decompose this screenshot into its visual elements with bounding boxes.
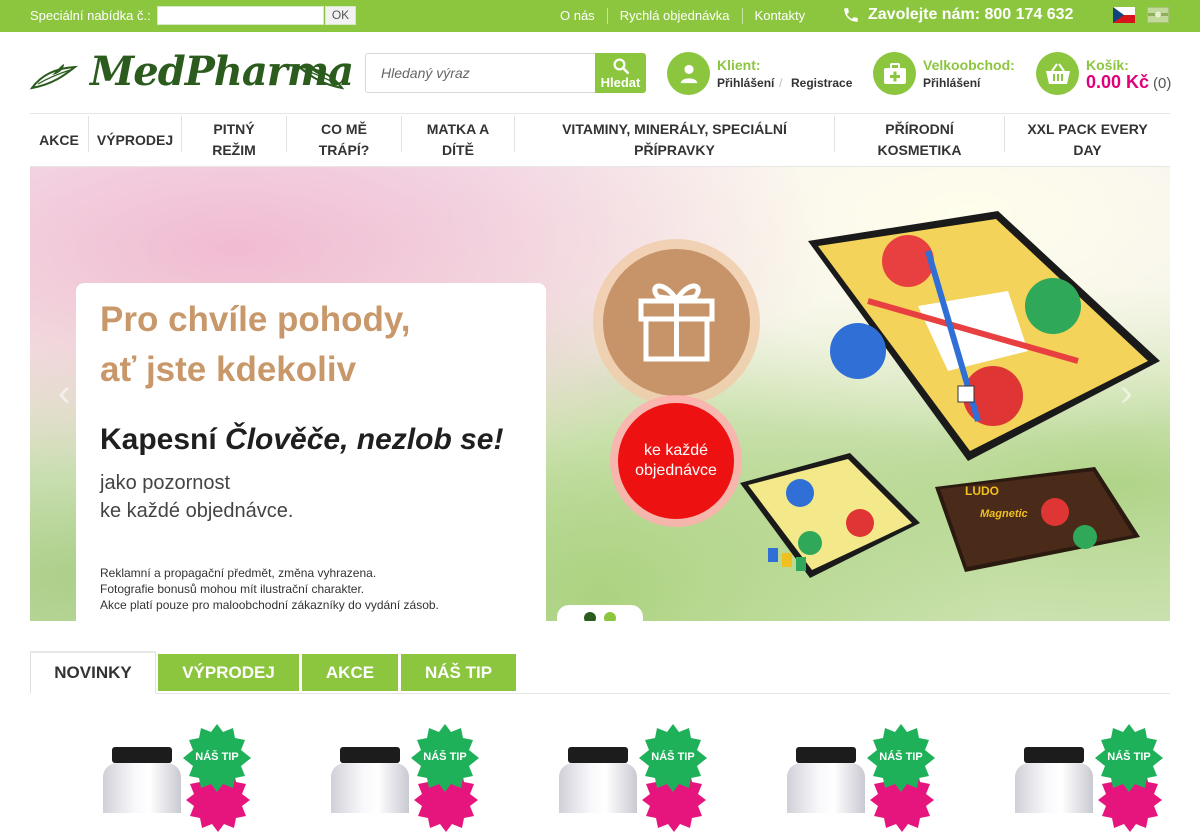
- client-login-link[interactable]: Přihlášení: [717, 76, 774, 90]
- tip-badge: NÁŠ TIP: [867, 724, 935, 792]
- search-input[interactable]: Hledaný výraz: [365, 53, 596, 93]
- client-register-link[interactable]: Registrace: [791, 76, 852, 90]
- wholesale-flag-icon[interactable]: [1147, 7, 1169, 23]
- wholesale-title: Velkoobchod:: [923, 57, 1015, 73]
- top-bar: Speciální nabídka č.: OK O nás Rychlá ob…: [0, 0, 1200, 32]
- client-title: Klient:: [717, 57, 761, 73]
- nav-item-vitaminy[interactable]: VITAMINY, MINERÁLY, SPECIÁLNÍ PŘÍPRAVKY: [515, 114, 834, 166]
- nav-item-xxl-pack[interactable]: XXL PACK EVERY DAY: [1005, 114, 1170, 166]
- phone-icon: [844, 8, 858, 22]
- tab-akce[interactable]: AKCE: [302, 654, 398, 691]
- special-offer-ok-button[interactable]: OK: [325, 6, 356, 25]
- ludo-box-image: LUDO Magnetic: [935, 467, 1140, 572]
- leaf-left-icon: [30, 64, 78, 90]
- czech-flag-icon[interactable]: [1113, 7, 1135, 23]
- order-badge-line-2: objednávce: [635, 462, 717, 479]
- tip-badge: NÁŠ TIP: [183, 724, 251, 792]
- main-nav: AKCE VÝPRODEJ PITNÝ REŽIM CO MĚ TRÁPÍ? M…: [30, 113, 1170, 167]
- nav-item-matka-a-dite[interactable]: MATKA A DÍTĚ: [402, 114, 514, 166]
- banner-text-card: Pro chvíle pohody, ať jste kdekoliv Kape…: [76, 283, 546, 621]
- cart-count[interactable]: (0): [1153, 75, 1171, 92]
- tip-badge-label: NÁŠ TIP: [423, 751, 467, 763]
- nav-item-vyprodej[interactable]: VÝPRODEJ: [89, 114, 181, 166]
- product-card[interactable]: NÁŠ TIP: [83, 720, 273, 832]
- special-offer-input[interactable]: [157, 6, 324, 25]
- cart-title: Košík:: [1086, 57, 1129, 73]
- nav-item-pitny-rezim[interactable]: PITNÝ REŽIM: [182, 114, 286, 166]
- product-card[interactable]: NÁŠ TIP: [995, 720, 1185, 832]
- wholesale-medkit-icon[interactable]: [873, 52, 916, 95]
- phone-contact[interactable]: Zavolejte nám: 800 174 632: [842, 6, 1073, 24]
- product-card[interactable]: NÁŠ TIP: [767, 720, 957, 832]
- tab-vyprodej[interactable]: VÝPRODEJ: [158, 654, 299, 691]
- banner-title: Kapesní Člověče, nezlob se!: [100, 423, 503, 457]
- banner-dot-1[interactable]: [584, 612, 596, 621]
- tip-badge-label: NÁŠ TIP: [195, 751, 239, 763]
- top-links: O nás Rychlá objednávka Kontakty: [548, 8, 817, 24]
- top-link-contacts[interactable]: Kontakty: [741, 8, 818, 24]
- banner-headline-line-2: ať jste kdekoliv: [100, 350, 357, 389]
- wholesale-login-link[interactable]: Přihlášení: [923, 76, 980, 90]
- banner-prev-arrow-icon[interactable]: ‹: [58, 372, 71, 415]
- banner-disclaimer: Reklamní a propagační předmět, změna vyh…: [100, 565, 439, 613]
- product-image[interactable]: [331, 747, 409, 813]
- box-magnetic-text: Magnetic: [980, 508, 1028, 520]
- tabs-divider: [30, 693, 1170, 694]
- search-button-label: Hledat: [600, 75, 641, 90]
- leaf-right-icon: [296, 64, 344, 90]
- banner-disclaimer-line-1: Reklamní a propagační předmět, změna vyh…: [100, 566, 377, 580]
- tab-novinky[interactable]: NOVINKY: [30, 651, 156, 694]
- product-image[interactable]: [559, 747, 637, 813]
- tab-nas-tip[interactable]: NÁŠ TIP: [401, 654, 516, 691]
- special-offer-label: Speciální nabídka č.:: [30, 8, 151, 23]
- banner-disclaimer-line-2: Fotografie bonusů mohou mít ilustrační c…: [100, 582, 365, 596]
- search-button[interactable]: Hledat: [595, 53, 646, 93]
- banner-title-plain: Kapesní: [100, 423, 226, 456]
- tip-badge: NÁŠ TIP: [639, 724, 707, 792]
- box-brand-text: LUDO: [965, 484, 999, 498]
- client-user-icon[interactable]: [667, 52, 710, 95]
- top-link-quick-order[interactable]: Rychlá objednávka: [606, 8, 742, 24]
- search-icon: [613, 58, 629, 75]
- tip-badge-label: NÁŠ TIP: [879, 751, 923, 763]
- product-image[interactable]: [1015, 747, 1093, 813]
- banner-dot-2[interactable]: [604, 612, 616, 621]
- banner-subtitle-line-1: jako pozornost: [100, 472, 231, 494]
- banner-subtitle: jako pozornost ke každé objednávce.: [100, 469, 293, 525]
- tip-badge: NÁŠ TIP: [411, 724, 479, 792]
- ludo-board-image: [808, 211, 1160, 461]
- hero-banner[interactable]: ‹ › Pro chvíle pohody, ať jste kdekoliv …: [30, 167, 1170, 621]
- banner-pagination: [557, 605, 643, 621]
- small-board-image: [740, 453, 920, 578]
- gift-icon: [638, 283, 715, 362]
- nav-item-akce[interactable]: AKCE: [30, 114, 88, 166]
- product-image[interactable]: [787, 747, 865, 813]
- product-card[interactable]: NÁŠ TIP: [539, 720, 729, 832]
- phone-number: Zavolejte nám: 800 174 632: [868, 6, 1074, 23]
- banner-headline-line-1: Pro chvíle pohody,: [100, 300, 411, 339]
- product-image[interactable]: [103, 747, 181, 813]
- banner-title-italic: Člověče, nezlob se!: [225, 423, 504, 456]
- cart-price[interactable]: 0.00 Kč: [1086, 72, 1149, 93]
- tip-badge-label: NÁŠ TIP: [651, 751, 695, 763]
- banner-disclaimer-line-3: Akce platí pouze pro maloobchodní zákazn…: [100, 598, 439, 612]
- nav-item-prirodni-kosmetika[interactable]: PŘÍRODNÍ KOSMETIKA: [835, 114, 1004, 166]
- product-card[interactable]: NÁŠ TIP: [311, 720, 501, 832]
- cart-basket-icon[interactable]: [1036, 52, 1079, 95]
- order-badge-line-1: ke každé: [643, 442, 709, 459]
- top-link-about[interactable]: O nás: [548, 8, 607, 24]
- logo[interactable]: MedPharma: [30, 48, 354, 100]
- banner-headline: Pro chvíle pohody, ať jste kdekoliv: [100, 295, 411, 395]
- tip-badge-label: NÁŠ TIP: [1107, 751, 1151, 763]
- banner-subtitle-line-2: ke každé objednávce.: [100, 500, 294, 522]
- nav-item-co-me-trapi[interactable]: CO MĚ TRÁPÍ?: [287, 114, 401, 166]
- client-separator: /: [779, 76, 783, 90]
- order-badge: ke každé objednávce: [618, 403, 734, 519]
- tip-badge: NÁŠ TIP: [1095, 724, 1163, 792]
- gift-badge: [603, 249, 750, 396]
